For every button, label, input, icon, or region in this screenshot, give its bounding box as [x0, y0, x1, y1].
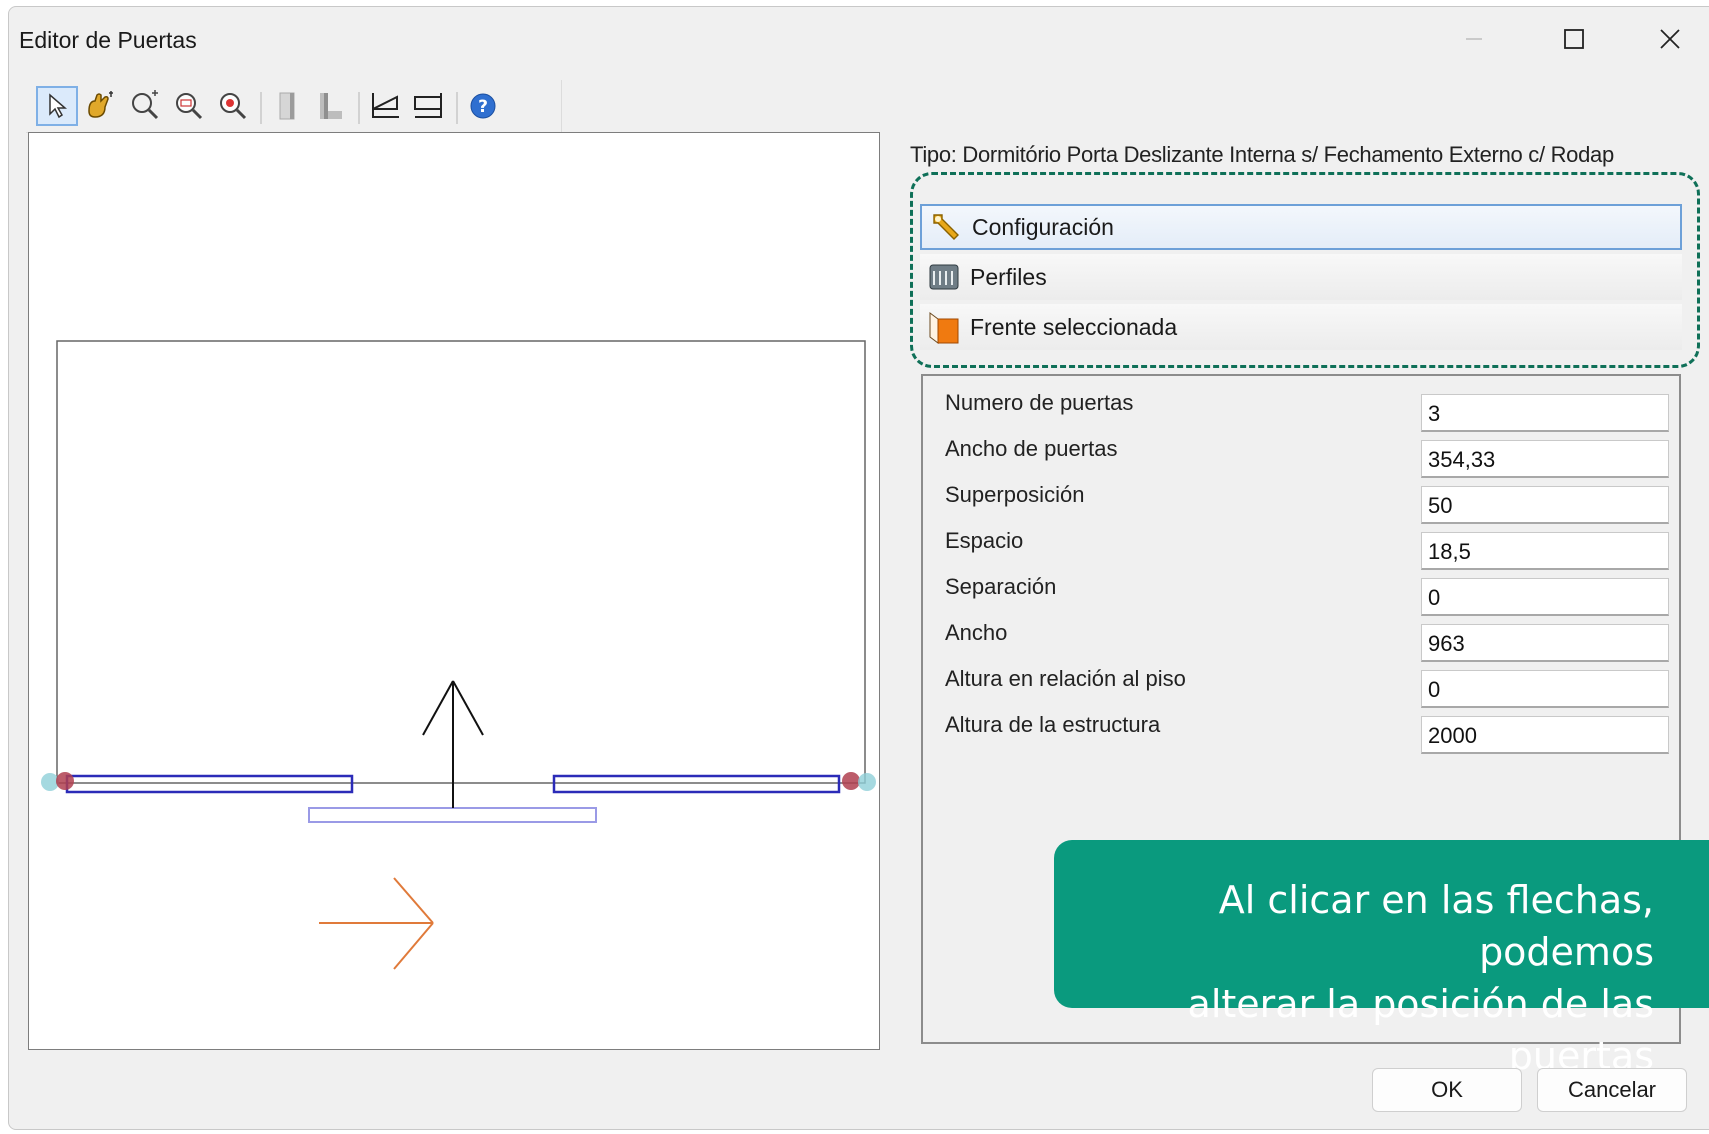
- minimize-icon: [1466, 38, 1482, 40]
- opening-direction-arrow[interactable]: [422, 680, 484, 808]
- menu-item-configuracion[interactable]: Configuración: [920, 204, 1682, 250]
- pan-tool-button[interactable]: [80, 86, 122, 126]
- property-label: Espacio: [945, 528, 1024, 553]
- cancel-button[interactable]: Cancelar: [1537, 1068, 1687, 1112]
- title-bar: Editor de Puertas: [9, 7, 1709, 67]
- frame-node-right: [858, 773, 876, 791]
- property-row: Altura de la estructura 2000: [923, 706, 1679, 754]
- open-right-tool-button[interactable]: [408, 86, 450, 126]
- door-node-left: [56, 772, 74, 790]
- property-label: Superposición: [945, 482, 1085, 507]
- callout-line-2: alterar la posición de las puertas: [1187, 982, 1654, 1078]
- toolbar-separator: [260, 92, 262, 124]
- property-label: Altura de la estructura: [945, 712, 1161, 737]
- maximize-button[interactable]: [1529, 11, 1619, 67]
- toolbar-separator: [456, 92, 458, 124]
- door-left[interactable]: [65, 774, 354, 794]
- property-row: Altura en relación al piso 0: [923, 660, 1679, 708]
- property-row: Ancho de puertas 354,33: [923, 430, 1679, 478]
- open-right-icon: [414, 93, 442, 118]
- property-row: Ancho 963: [923, 614, 1679, 662]
- property-row: Numero de puertas 3: [923, 384, 1679, 432]
- zoom-window-icon: [176, 93, 203, 120]
- front-panel-icon: [926, 309, 962, 345]
- drawing-canvas[interactable]: [28, 132, 880, 1050]
- hand-icon: [88, 91, 113, 118]
- altura-estructura-field[interactable]: 2000: [1421, 716, 1669, 754]
- menu-item-label: Perfiles: [970, 263, 1047, 290]
- zoom-window-tool-button[interactable]: [168, 86, 210, 126]
- position-change-arrow[interactable]: [319, 877, 434, 970]
- property-label: Ancho de puertas: [945, 436, 1118, 461]
- ancho-de-puertas-field[interactable]: 354,33: [1421, 440, 1669, 478]
- altura-piso-field[interactable]: 0: [1421, 670, 1669, 708]
- ancho-field[interactable]: 963: [1421, 624, 1669, 662]
- door-profile-alt-icon: [320, 93, 342, 119]
- wrench-icon: [928, 209, 964, 245]
- property-label: Altura en relación al piso: [945, 666, 1186, 691]
- toolbar: ?: [26, 80, 562, 133]
- pointer-icon: [49, 93, 68, 119]
- separacion-field[interactable]: 0: [1421, 578, 1669, 616]
- zoom-in-icon: [132, 90, 159, 120]
- door-right[interactable]: [552, 774, 841, 794]
- maximize-icon: [1564, 29, 1584, 49]
- minimize-button[interactable]: [1429, 11, 1519, 67]
- property-row: Superposición 50: [923, 476, 1679, 524]
- property-row: Espacio 18,5: [923, 522, 1679, 570]
- frame-outline: [56, 340, 866, 784]
- property-row: Separación 0: [923, 568, 1679, 616]
- property-label: Separación: [945, 574, 1057, 599]
- open-left-icon: [372, 93, 399, 118]
- menu-item-perfiles[interactable]: Perfiles: [920, 254, 1682, 300]
- close-icon: [1660, 29, 1680, 49]
- door-drawing: [41, 340, 876, 970]
- door-profile-alt-tool-button[interactable]: [310, 86, 352, 126]
- door-center[interactable]: [308, 807, 597, 823]
- menu-item-label: Frente seleccionada: [970, 313, 1178, 340]
- open-left-tool-button[interactable]: [364, 86, 406, 126]
- property-label: Numero de puertas: [945, 390, 1134, 415]
- door-node-right: [842, 772, 860, 790]
- callout-line-1: Al clicar en las flechas, podemos: [1218, 878, 1654, 974]
- zoom-extents-icon: [220, 93, 247, 120]
- ok-button[interactable]: OK: [1372, 1068, 1522, 1112]
- close-button[interactable]: [1625, 11, 1709, 67]
- numero-de-puertas-field[interactable]: 3: [1421, 394, 1669, 432]
- tutorial-callout: Al clicar en las flechas, podemos alterar…: [1054, 840, 1709, 1078]
- menu-item-frente-seleccionada[interactable]: Frente seleccionada: [920, 304, 1682, 350]
- help-tool-button[interactable]: ?: [462, 86, 504, 126]
- door-profile-icon: [279, 92, 295, 120]
- callout-text: Al clicar en las flechas, podemos alterar…: [1054, 874, 1654, 1082]
- superposicion-field[interactable]: 50: [1421, 486, 1669, 524]
- help-icon: ?: [470, 93, 496, 119]
- select-tool-button[interactable]: [36, 86, 78, 126]
- toolbar-separator: [358, 92, 360, 124]
- menu-item-label: Configuración: [972, 213, 1114, 240]
- svg-text:?: ?: [478, 97, 488, 117]
- zoom-in-tool-button[interactable]: [124, 86, 166, 126]
- profiles-icon: [926, 259, 962, 295]
- zoom-extents-tool-button[interactable]: [212, 86, 254, 126]
- espacio-field[interactable]: 18,5: [1421, 532, 1669, 570]
- property-label: Ancho: [945, 620, 1008, 645]
- window-title: Editor de Puertas: [19, 27, 197, 53]
- door-profile-tool-button[interactable]: [266, 86, 308, 126]
- door-type-label: Tipo: Dormitório Porta Deslizante Intern…: [910, 142, 1614, 167]
